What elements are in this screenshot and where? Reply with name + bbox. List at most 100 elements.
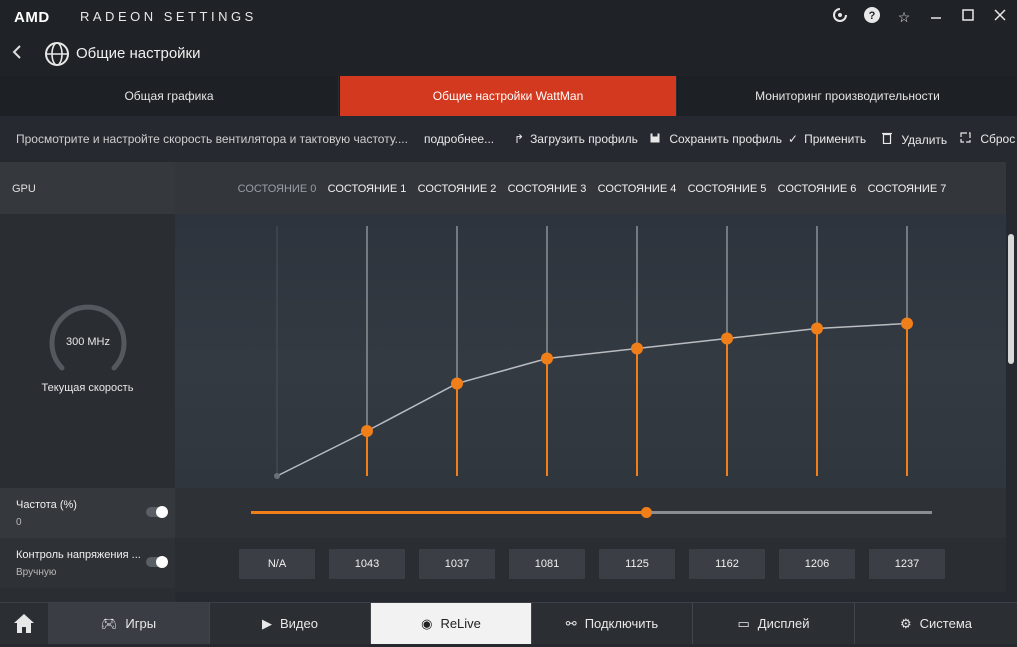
- back-arrow-icon[interactable]: [10, 43, 24, 66]
- amd-logo: AMD: [14, 9, 50, 26]
- app-title: RADEON SETTINGS: [80, 9, 257, 24]
- current-speed-label: Текущая скорость: [41, 382, 134, 394]
- nav-games-label: Игры: [125, 616, 157, 631]
- state-label-4: СОСТОЯНИЕ 4: [597, 183, 677, 195]
- nav-display-label: Дисплей: [757, 616, 810, 631]
- state-point-5[interactable]: [721, 332, 733, 345]
- voltage-value-1[interactable]: 1043: [329, 549, 405, 579]
- nav-display[interactable]: ▭ Дисплей: [693, 603, 855, 644]
- state-label-1: СОСТОЯНИЕ 1: [327, 183, 407, 195]
- update-icon[interactable]: [829, 6, 851, 28]
- nav-connect-label: Подключить: [584, 616, 659, 631]
- voltage-value-6[interactable]: 1206: [779, 549, 855, 579]
- state-label-2: СОСТОЯНИЕ 2: [417, 183, 497, 195]
- svg-text:?: ?: [869, 10, 876, 22]
- play-icon: ▶: [262, 616, 272, 631]
- frequency-slider-track[interactable]: [251, 507, 932, 518]
- nav-games[interactable]: 🎮︎ Игры: [48, 603, 210, 644]
- frequency-slider-row: [175, 488, 1006, 538]
- voltage-value-3[interactable]: 1081: [509, 549, 585, 579]
- toolbar: Просмотрите и настройте скорость вентиля…: [0, 116, 1017, 163]
- clock-state-chart-svg: [274, 226, 913, 479]
- nav-system-label: Система: [919, 616, 972, 631]
- scrollbar-thumb[interactable]: [1008, 234, 1014, 364]
- delete-label: Удалить: [901, 133, 948, 147]
- more-link[interactable]: подробнее...: [424, 132, 494, 146]
- voltage-value-5[interactable]: 1162: [689, 549, 765, 579]
- frequency-slider-fill: [251, 511, 646, 514]
- floppy-disk-icon: [650, 132, 663, 146]
- bottom-nav: 🎮︎ Игры ▶ Видео ◉ ReLive ⚯ Подключить ▭ Диспл…: [0, 602, 1017, 644]
- apply-button[interactable]: ✓ Применить: [788, 132, 866, 146]
- gpu-header: GPU: [0, 162, 175, 214]
- voltage-value-2[interactable]: 1037: [419, 549, 495, 579]
- gpu-side-panel: GPU 300 MHz Текущая скорость Частота (%)…: [0, 162, 175, 602]
- tab-global-graphics[interactable]: Общая графика: [0, 76, 339, 116]
- connect-icon: ⚯: [565, 616, 577, 631]
- globe-icon: [44, 41, 70, 70]
- page-title: Общие настройки: [76, 45, 201, 62]
- trash-icon: [882, 132, 895, 147]
- frequency-toggle-knob: [156, 506, 168, 518]
- title-bar: AMD RADEON SETTINGS ? ☆: [0, 0, 1017, 34]
- voltage-value-7[interactable]: 1237: [869, 549, 945, 579]
- toolbar-description: Просмотрите и настройте скорость вентиля…: [16, 132, 408, 146]
- apply-label: Применить: [804, 132, 867, 146]
- state-label-3: СОСТОЯНИЕ 3: [507, 183, 587, 195]
- load-profile-label: Загрузить профиль: [530, 132, 638, 146]
- minimize-icon[interactable]: [925, 6, 947, 28]
- scrollbar[interactable]: [1006, 162, 1017, 602]
- save-profile-label: Сохранить профиль: [669, 132, 782, 146]
- state-point-6[interactable]: [811, 322, 823, 335]
- nav-connect[interactable]: ⚯ Подключить: [532, 603, 693, 644]
- voltage-row: Контроль напряжения ... Вручную: [0, 538, 175, 588]
- state-point-2[interactable]: [451, 377, 463, 390]
- state-point-0: [274, 473, 280, 479]
- checkmark-icon: ✓: [788, 132, 799, 146]
- favorite-star-icon[interactable]: ☆: [893, 6, 915, 28]
- save-profile-button[interactable]: Сохранить профиль: [650, 132, 782, 146]
- clock-curve-line: [276, 322, 908, 477]
- current-speed-value: 300 MHz: [65, 336, 111, 348]
- tab-bar: Общая графика Общие настройки WattMan Мо…: [0, 76, 1017, 116]
- voltage-toggle[interactable]: [146, 556, 168, 568]
- state-label-6: СОСТОЯНИЕ 6: [777, 183, 857, 195]
- state-label-7: СОСТОЯНИЕ 7: [867, 183, 947, 195]
- reset-icon: [960, 132, 974, 146]
- voltage-label: Контроль напряжения ...: [16, 549, 141, 561]
- nav-video[interactable]: ▶ Видео: [210, 603, 371, 644]
- voltage-mode: Вручную: [16, 567, 57, 578]
- gear-icon: ⚙: [899, 616, 912, 631]
- gamepad-icon: 🎮︎: [100, 616, 118, 631]
- state-header: СОСТОЯНИЕ 0 СОСТОЯНИЕ 1 СОСТОЯНИЕ 2 СОСТОЯН…: [175, 162, 1006, 214]
- state-label-5: СОСТОЯНИЕ 5: [687, 183, 767, 195]
- frequency-value: 0: [16, 517, 22, 528]
- share-arrow-icon: ↱: [514, 132, 525, 146]
- nav-system[interactable]: ⚙ Система: [855, 603, 1017, 644]
- tab-wattman[interactable]: Общие настройки WattMan: [340, 76, 677, 116]
- state-point-4[interactable]: [631, 342, 643, 355]
- reset-button[interactable]: Сброс: [960, 132, 1015, 146]
- delete-button[interactable]: Удалить: [882, 132, 947, 147]
- voltage-value-0: N/A: [239, 549, 315, 579]
- home-button[interactable]: [0, 603, 49, 644]
- state-point-7[interactable]: [901, 317, 913, 330]
- nav-relive[interactable]: ◉ ReLive: [371, 603, 532, 644]
- maximize-icon[interactable]: [957, 6, 979, 28]
- voltage-value-4[interactable]: 1125: [599, 549, 675, 579]
- load-profile-button[interactable]: ↱ Загрузить профиль: [514, 132, 638, 146]
- nav-video-label: Видео: [280, 616, 318, 631]
- help-icon[interactable]: ?: [861, 6, 883, 28]
- page-header: Общие настройки: [0, 34, 1017, 76]
- tab-performance-monitoring[interactable]: Мониторинг производительности: [678, 76, 1017, 116]
- state-point-1[interactable]: [361, 425, 373, 437]
- display-icon: ▭: [737, 616, 750, 631]
- state-point-3[interactable]: [541, 352, 553, 365]
- frequency-slider-thumb[interactable]: [640, 507, 652, 518]
- home-icon: [14, 614, 34, 633]
- reset-label: Сброс: [980, 132, 1016, 146]
- voltage-values-row: N/A 1043 1037 1081 1125 1162 1206 1237: [175, 538, 1006, 592]
- relive-icon: ◉: [421, 616, 433, 631]
- frequency-toggle[interactable]: [146, 506, 168, 518]
- close-icon[interactable]: [989, 6, 1011, 28]
